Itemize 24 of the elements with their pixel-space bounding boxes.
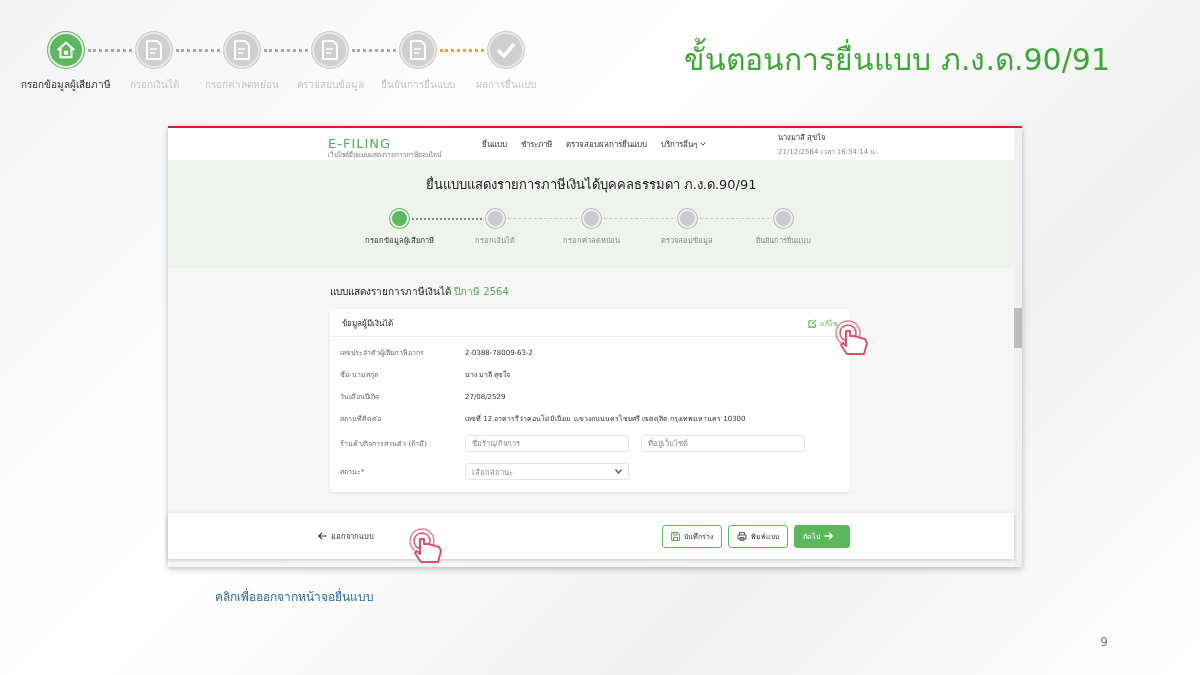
checkmark-icon <box>496 41 516 59</box>
page-number: 9 <box>1100 635 1108 649</box>
caret-icon <box>700 142 706 146</box>
nav-link[interactable]: บริการอื่นๆ <box>661 137 706 151</box>
nav-link[interactable]: ยื่นแบบ <box>482 137 507 151</box>
document-icon <box>232 39 252 61</box>
nav-link[interactable]: ตรวจสอบผลการยื่นแบบ <box>566 137 647 151</box>
document-icon <box>320 39 340 61</box>
document-icon <box>144 39 164 61</box>
slide-title: ขั้นตอนการยื่นแบบ ภ.ง.ด.90/91 <box>684 36 1110 83</box>
form-title: ยื่นแบบแสดงรายการภาษีเงินได้บุคคลธรรมดา ภ.ง.ด.90/91 <box>425 175 757 195</box>
printer-icon <box>737 531 747 541</box>
arrow-left-icon <box>318 532 327 540</box>
step-label: กรอกข้อมูลผู้เสียภาษี <box>21 78 111 92</box>
nav-link[interactable]: ชำระภาษี <box>521 137 552 151</box>
house-icon <box>55 39 77 61</box>
document-icon <box>408 39 428 61</box>
card-title: ข้อมูลผู้มีเงินได้ <box>342 318 393 330</box>
section-heading: แบบแสดงรายการภาษีเงินได้ ปีภาษี 2564 <box>330 285 510 299</box>
caption: คลิกเพื่อออกจากหน้าจอยื่นแบบ <box>215 587 375 606</box>
logo: E-FILING <box>328 136 392 150</box>
edit-icon <box>808 319 817 328</box>
arrow-right-icon <box>824 532 833 540</box>
chevron-down-icon <box>615 469 622 474</box>
